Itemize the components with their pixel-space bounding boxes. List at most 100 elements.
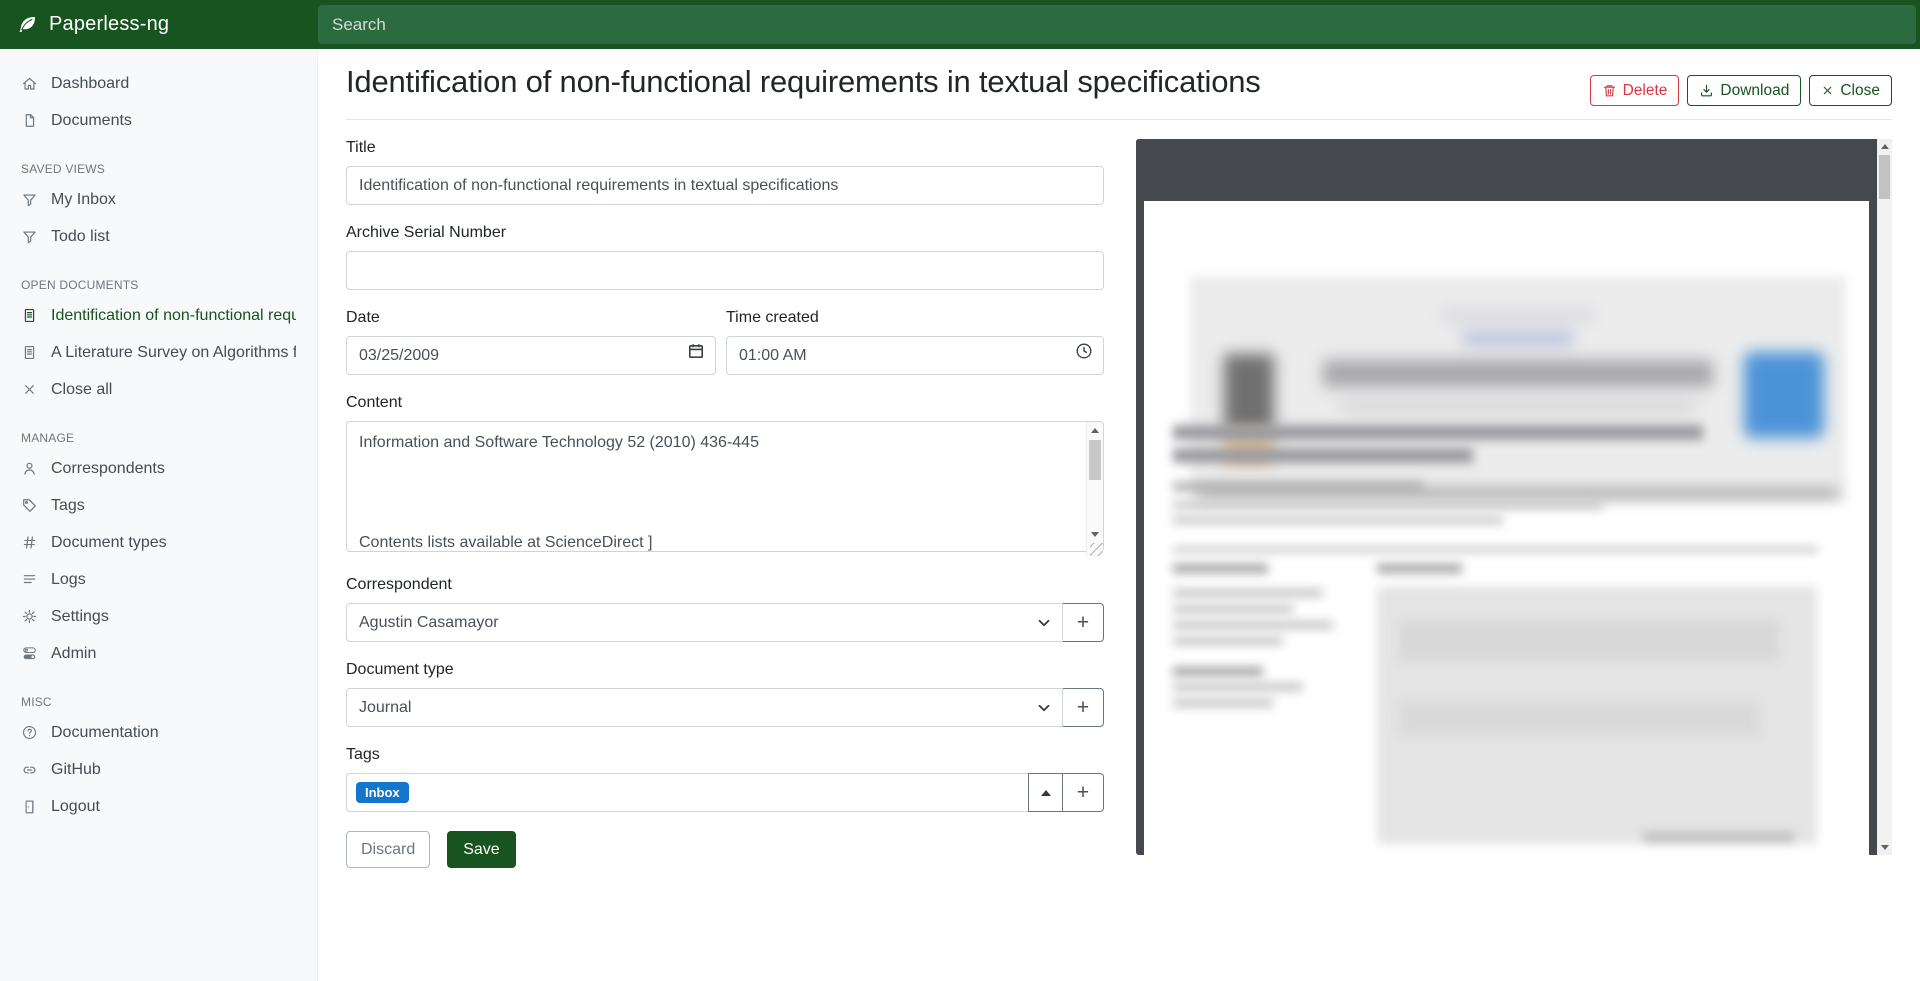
correspondent-label: Correspondent bbox=[346, 576, 1104, 594]
sidebar-item-logs[interactable]: Logs bbox=[0, 561, 317, 598]
home-icon bbox=[21, 75, 38, 92]
tags-label: Tags bbox=[346, 746, 1104, 764]
filter-funnel-icon bbox=[21, 191, 38, 208]
archive-serial-number-input[interactable] bbox=[346, 251, 1104, 290]
sidebar: Dashboard Documents SAVED VIEWS My Inbox… bbox=[0, 49, 318, 981]
sidebar-item-documentation[interactable]: Documentation bbox=[0, 714, 317, 751]
tag-icon bbox=[21, 497, 38, 514]
sidebar-item-label: Documents bbox=[51, 112, 132, 130]
sidebar-item-label: Document types bbox=[51, 534, 167, 552]
close-icon bbox=[1821, 84, 1834, 97]
preview-toolbar bbox=[1136, 139, 1877, 201]
open-document-label: A Literature Survey on Algorithms for Mu… bbox=[51, 344, 296, 362]
document-actions: Delete Download Close bbox=[1590, 75, 1892, 106]
clock-icon[interactable] bbox=[1075, 342, 1093, 360]
preview-page bbox=[1144, 201, 1869, 855]
add-document-type-button[interactable]: + bbox=[1062, 688, 1104, 727]
document-preview bbox=[1136, 139, 1892, 855]
delete-label: Delete bbox=[1623, 82, 1668, 100]
tag-chip-inbox[interactable]: Inbox bbox=[356, 782, 409, 803]
brand-name: Paperless-ng bbox=[49, 13, 169, 36]
sidebar-open-document-1[interactable]: Identification of non-functional require… bbox=[0, 297, 317, 334]
sidebar-item-my-inbox[interactable]: My Inbox bbox=[0, 181, 317, 218]
file-text-icon bbox=[21, 307, 38, 324]
document-type-value: Journal bbox=[359, 699, 411, 717]
textarea-resize-grip[interactable] bbox=[1090, 543, 1103, 556]
app-brand[interactable]: Paperless-ng bbox=[0, 0, 318, 49]
sidebar-item-label: Correspondents bbox=[51, 460, 165, 478]
sidebar-item-todo-list[interactable]: Todo list bbox=[0, 218, 317, 255]
chevron-down-icon bbox=[1036, 615, 1052, 631]
paperless-leaf-icon bbox=[17, 14, 38, 35]
calendar-icon[interactable] bbox=[687, 342, 705, 360]
scroll-up-arrow-icon[interactable] bbox=[1087, 422, 1103, 438]
correspondent-value: Agustin Casamayor bbox=[359, 614, 499, 632]
chevron-down-icon bbox=[1036, 700, 1052, 716]
correspondent-select[interactable]: Agustin Casamayor bbox=[346, 603, 1063, 642]
sidebar-item-label: Logs bbox=[51, 571, 86, 589]
document-edit-form: Title Archive Serial Number Date Time cr… bbox=[346, 139, 1104, 868]
sidebar-item-label: My Inbox bbox=[51, 191, 116, 209]
sidebar-item-github[interactable]: GitHub bbox=[0, 751, 317, 788]
sidebar-item-label: Dashboard bbox=[51, 75, 129, 93]
download-icon bbox=[1699, 83, 1714, 98]
add-tag-button[interactable]: + bbox=[1062, 773, 1104, 812]
toggles-icon bbox=[21, 645, 38, 662]
search-input[interactable]: Search bbox=[318, 5, 1916, 44]
tags-dropdown-button[interactable] bbox=[1028, 773, 1063, 812]
delete-button[interactable]: Delete bbox=[1590, 75, 1680, 106]
tags-input[interactable]: Inbox bbox=[346, 773, 1029, 812]
preview-scrollbar-thumb[interactable] bbox=[1879, 155, 1890, 199]
close-all-label: Close all bbox=[51, 381, 112, 399]
close-button[interactable]: Close bbox=[1809, 75, 1892, 106]
page-header: Identification of non-functional require… bbox=[346, 49, 1892, 120]
scroll-up-arrow-icon[interactable] bbox=[1877, 139, 1892, 154]
main-content: Identification of non-functional require… bbox=[318, 49, 1920, 981]
file-text-icon bbox=[21, 344, 38, 361]
sidebar-item-documents[interactable]: Documents bbox=[0, 102, 317, 139]
content-textarea[interactable]: Information and Software Technology 52 (… bbox=[346, 421, 1104, 552]
sidebar-item-label: Documentation bbox=[51, 724, 159, 742]
document-type-label: Document type bbox=[346, 661, 1104, 679]
scroll-down-arrow-icon[interactable] bbox=[1087, 526, 1103, 542]
download-label: Download bbox=[1720, 82, 1789, 100]
sidebar-item-admin[interactable]: Admin bbox=[0, 635, 317, 672]
title-label: Title bbox=[346, 139, 1104, 157]
sidebar-section-manage: MANAGE bbox=[21, 431, 296, 446]
filter-funnel-icon bbox=[21, 228, 38, 245]
sidebar-item-logout[interactable]: Logout bbox=[0, 788, 317, 825]
time-created-input[interactable] bbox=[726, 336, 1104, 375]
save-button[interactable]: Save bbox=[447, 831, 515, 868]
sidebar-item-label: Logout bbox=[51, 798, 100, 816]
sidebar-open-document-2[interactable]: A Literature Survey on Algorithms for Mu… bbox=[0, 334, 317, 371]
discard-button[interactable]: Discard bbox=[346, 831, 430, 868]
file-icon bbox=[21, 112, 38, 129]
preview-journal-banner bbox=[1190, 276, 1846, 502]
sidebar-item-correspondents[interactable]: Correspondents bbox=[0, 450, 317, 487]
add-correspondent-button[interactable]: + bbox=[1062, 603, 1104, 642]
title-input[interactable] bbox=[346, 166, 1104, 205]
page-title: Identification of non-functional require… bbox=[346, 58, 1590, 106]
search-bar-area: Search bbox=[318, 0, 1920, 49]
content-scrollbar[interactable] bbox=[1086, 422, 1103, 556]
person-icon bbox=[21, 460, 38, 477]
preview-scrollbar[interactable] bbox=[1877, 139, 1892, 855]
sidebar-item-label: GitHub bbox=[51, 761, 101, 779]
sidebar-item-close-all[interactable]: Close all bbox=[0, 371, 317, 408]
content-scrollbar-thumb[interactable] bbox=[1089, 440, 1101, 480]
download-button[interactable]: Download bbox=[1687, 75, 1801, 106]
caret-up-icon bbox=[1041, 790, 1051, 796]
sidebar-item-tags[interactable]: Tags bbox=[0, 487, 317, 524]
gear-icon bbox=[21, 608, 38, 625]
sidebar-item-label: Todo list bbox=[51, 228, 110, 246]
sidebar-item-settings[interactable]: Settings bbox=[0, 598, 317, 635]
list-lines-icon bbox=[21, 571, 38, 588]
scroll-down-arrow-icon[interactable] bbox=[1877, 840, 1892, 855]
top-navbar: Paperless-ng Search bbox=[0, 0, 1920, 49]
link-icon bbox=[21, 761, 38, 778]
document-type-select[interactable]: Journal bbox=[346, 688, 1063, 727]
date-input[interactable] bbox=[346, 336, 716, 375]
sidebar-section-saved-views: SAVED VIEWS bbox=[21, 162, 296, 177]
sidebar-item-document-types[interactable]: Document types bbox=[0, 524, 317, 561]
sidebar-item-dashboard[interactable]: Dashboard bbox=[0, 65, 317, 102]
